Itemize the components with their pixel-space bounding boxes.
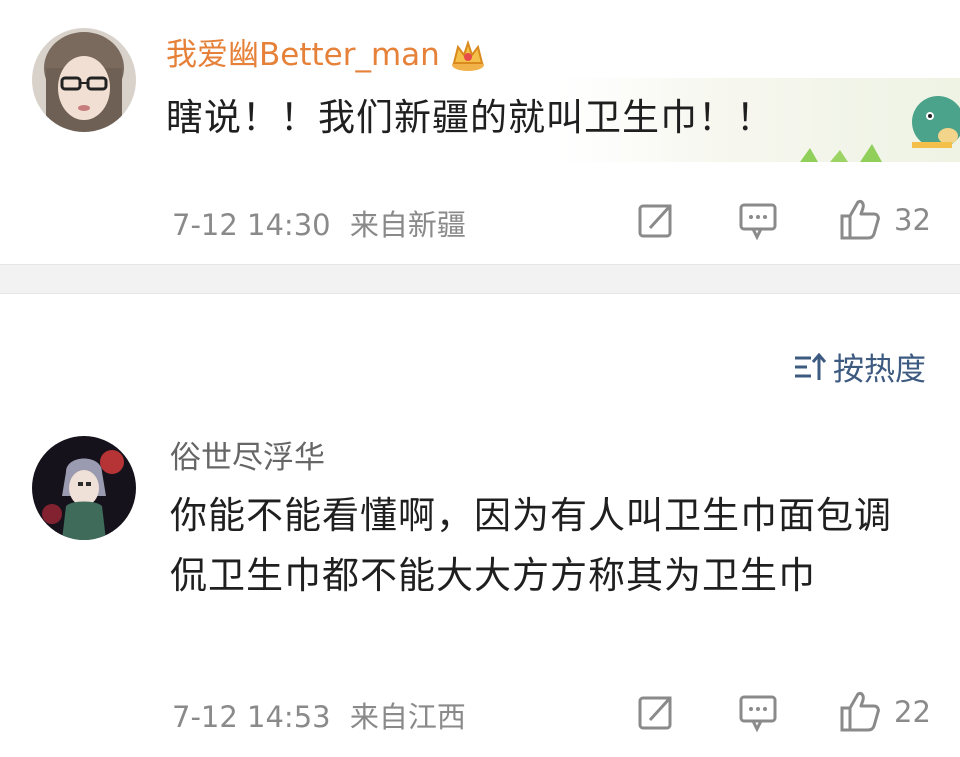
sort-by-hot-button[interactable]: 按热度 bbox=[793, 344, 926, 389]
comment-icon bbox=[739, 695, 777, 733]
comment-button[interactable] bbox=[734, 688, 782, 736]
share-button[interactable] bbox=[632, 688, 680, 736]
comment-text: 你能不能看懂啊，因为有人叫卫生巾面包调侃卫生巾都不能大大方方称其为卫生巾 bbox=[170, 494, 892, 597]
comment-button[interactable] bbox=[734, 196, 782, 244]
thumbs-up-icon bbox=[836, 196, 884, 244]
comment-location: 来自江西 bbox=[349, 700, 466, 734]
comment-meta: 7-12 14:53 来自江西 bbox=[172, 694, 466, 736]
sort-icon bbox=[793, 352, 827, 382]
comment-meta: 7-12 14:30 来自新疆 bbox=[172, 202, 466, 244]
share-icon bbox=[638, 696, 672, 730]
comment-text: 瞎说！！我们新疆的就叫卫生巾！！ bbox=[166, 96, 774, 139]
like-button[interactable]: 32 bbox=[836, 196, 931, 244]
like-count: 22 bbox=[894, 695, 931, 729]
section-divider bbox=[0, 264, 960, 294]
like-count: 32 bbox=[894, 203, 931, 237]
thumbs-up-icon bbox=[836, 688, 884, 736]
sort-label: 按热度 bbox=[833, 352, 926, 388]
share-icon bbox=[638, 204, 672, 238]
username[interactable]: 我爱幽Better_man bbox=[166, 35, 440, 75]
comment-time: 7-12 14:53 bbox=[172, 700, 331, 734]
share-button[interactable] bbox=[632, 196, 680, 244]
comment-location: 来自新疆 bbox=[349, 208, 466, 242]
comment-username-row: 我爱幽Better_man bbox=[166, 35, 488, 75]
crown-icon bbox=[448, 37, 488, 73]
like-button[interactable]: 22 bbox=[836, 688, 931, 736]
avatar[interactable] bbox=[32, 28, 136, 132]
comment-icon bbox=[739, 203, 777, 241]
comment-time: 7-12 14:30 bbox=[172, 208, 331, 242]
username[interactable]: 俗世尽浮华 bbox=[170, 438, 325, 478]
avatar[interactable] bbox=[32, 436, 136, 540]
